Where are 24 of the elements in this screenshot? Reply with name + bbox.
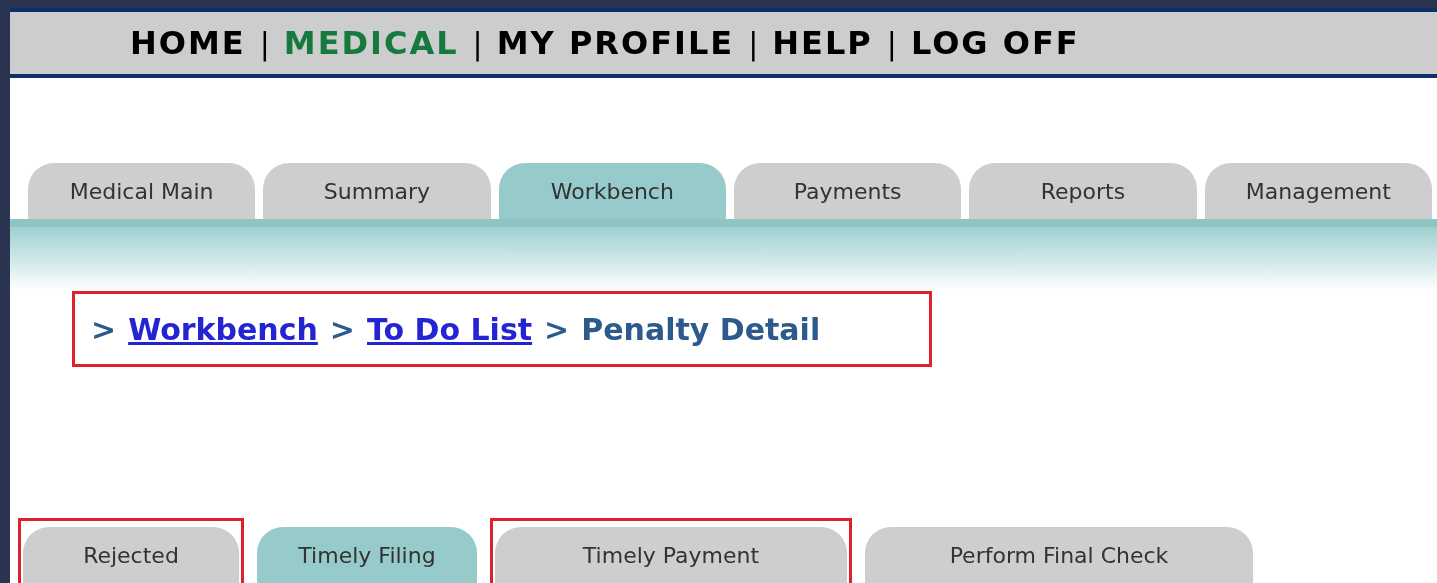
nav-tab[interactable]: Management [1204,163,1432,219]
nav-separator: | [748,24,759,64]
nav-tab[interactable]: Reports [969,163,1197,219]
breadcrumb-link[interactable]: Workbench [128,306,318,352]
nav-link[interactable]: HOME [130,19,246,67]
nav-link[interactable]: HELP [772,19,873,67]
breadcrumb-current: Penalty Detail [581,310,821,349]
nav-link[interactable]: MY PROFILE [496,19,735,67]
nav-tab[interactable]: Summary [263,163,491,219]
nav-separator: | [886,24,897,64]
sub-tab[interactable]: Timely Filing [257,527,477,583]
nav-tab[interactable]: Payments [734,163,962,219]
nav-tab[interactable]: Workbench [498,163,726,219]
nav-link[interactable]: LOG OFF [910,19,1080,67]
breadcrumb-chevron: > [544,310,570,349]
sub-tab[interactable]: Timely Payment [495,527,847,583]
sub-tab[interactable]: Rejected [23,527,239,583]
nav-tab[interactable]: Medical Main [28,163,256,219]
nav-separator: | [472,24,483,64]
nav-separator: | [259,24,270,64]
sub-tab[interactable]: Perform Final Check [865,527,1253,583]
breadcrumb-chevron: > [91,310,117,349]
breadcrumb-chevron: > [329,310,355,349]
breadcrumb-link[interactable]: To Do List [367,306,533,352]
